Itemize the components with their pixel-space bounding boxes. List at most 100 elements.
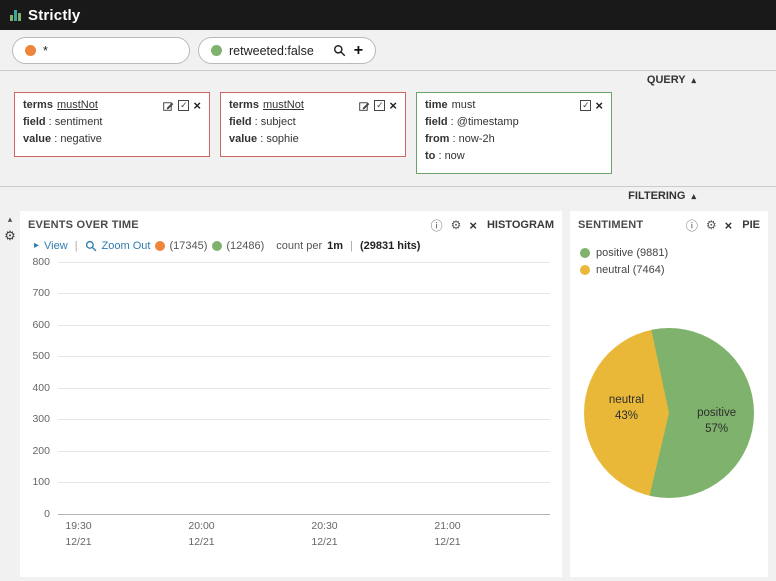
- count-per-label: count per: [276, 239, 323, 252]
- filter-row: to : now: [425, 149, 465, 162]
- legend-item-neutral[interactable]: neutral (7464): [580, 264, 758, 276]
- sentiment-panel: SENTIMENT ⓘ ⚙ × PIE positive (9881) neut…: [570, 210, 768, 577]
- events-panel-header: EVENTS OVER TIME ⓘ ⚙ × HISTOGRAM: [20, 211, 562, 237]
- zoom-out-link[interactable]: Zoom Out: [102, 240, 151, 252]
- panel-title: EVENTS OVER TIME: [28, 219, 139, 232]
- collapse-up-icon: ▴: [691, 75, 696, 85]
- sentiment-legend: positive (9881) neutral (7464): [570, 237, 768, 276]
- toggle-filter-icon[interactable]: ✓: [178, 100, 190, 112]
- info-icon[interactable]: ⓘ: [431, 217, 443, 234]
- filter-card-actions: ✓ ×: [147, 99, 201, 112]
- y-tick-label: 300: [32, 413, 50, 426]
- x-tick-label: 21:00 12/21: [434, 519, 461, 549]
- histogram-x-axis: 19:30 12/21 20:00 12/21 20:30 12/21 21:00 12/21: [58, 514, 550, 550]
- filter-key: field: [425, 115, 448, 128]
- sentiment-pie-wrap: neutral 43% positive 57%: [584, 327, 754, 498]
- row-settings-gear-icon[interactable]: ⚙: [4, 228, 16, 244]
- filter-card-header: terms mustNot ✓ ×: [229, 98, 397, 114]
- y-tick-label: 100: [32, 476, 50, 489]
- filter-value: sentiment: [54, 115, 103, 128]
- histogram-y-axis: 0 100 200 300 400 500 600 700 800: [22, 256, 58, 520]
- legend-label: positive (9881): [596, 246, 669, 259]
- filtering-section-label: FILTERING: [628, 189, 686, 202]
- panel-title: SENTIMENT: [578, 219, 644, 232]
- filter-card-time: time must ✓ × field : @timestamp from : …: [416, 92, 612, 174]
- y-tick-label: 400: [32, 381, 50, 394]
- legend-series-orange[interactable]: (17345): [155, 240, 207, 252]
- histogram-bars: [60, 262, 548, 514]
- app-title: Strictly: [28, 6, 81, 24]
- filter-clause-link[interactable]: mustNot: [263, 98, 304, 114]
- legend-dot: [580, 247, 590, 258]
- close-icon[interactable]: ×: [469, 218, 477, 233]
- query-section-label: QUERY: [646, 74, 686, 86]
- remove-filter-icon[interactable]: ×: [389, 99, 397, 112]
- x-tick-label: 19:30 12/21: [65, 519, 92, 549]
- interval-link[interactable]: 1m: [327, 240, 343, 252]
- series-dot: [212, 240, 223, 251]
- view-link[interactable]: View: [44, 240, 68, 252]
- filter-key: field: [23, 115, 46, 128]
- legend-series-green[interactable]: (12486): [212, 240, 264, 252]
- query-color-dot: [211, 45, 222, 56]
- filter-row: value : negative: [23, 132, 102, 145]
- query-input-0[interactable]: *: [12, 37, 190, 64]
- histogram-legend: ▸ View | Zoom Out (17345) (12486) count …: [20, 237, 562, 254]
- collapse-up-icon: ▴: [691, 190, 696, 201]
- toggle-filter-icon[interactable]: ✓: [580, 100, 592, 112]
- filter-value: negative: [60, 132, 102, 145]
- histogram-plot[interactable]: [58, 261, 550, 515]
- panel-mode-label: PIE: [742, 219, 760, 232]
- row-collapse-icon[interactable]: ▴: [8, 214, 13, 225]
- filter-card-header: terms mustNot ✓ ×: [23, 98, 201, 114]
- legend-label: neutral (7464): [596, 263, 665, 276]
- filter-key: value: [23, 132, 52, 145]
- filter-key: value: [229, 132, 258, 145]
- query-section-toggle[interactable]: QUERY ▴: [0, 70, 776, 89]
- legend-item-positive[interactable]: positive (9881): [580, 247, 758, 259]
- filter-clause-link[interactable]: mustNot: [57, 98, 98, 114]
- filter-key: field: [229, 115, 252, 128]
- gear-icon[interactable]: ⚙: [706, 218, 717, 232]
- filter-key: from: [425, 132, 450, 145]
- filter-card-subject: terms mustNot ✓ × field : subject value …: [220, 92, 406, 157]
- caret-right-icon: ▸: [34, 240, 40, 252]
- filter-row: value : sophie: [229, 132, 299, 145]
- dashboard-row: ▴ ⚙ EVENTS OVER TIME ⓘ ⚙ × HISTOGRAM ▸ V…: [0, 205, 776, 577]
- filtering-section-toggle[interactable]: FILTERING ▴: [0, 185, 776, 205]
- edit-icon[interactable]: [163, 100, 174, 112]
- filter-clause-label: must: [451, 99, 476, 111]
- series-count: (17345): [169, 239, 208, 252]
- histogram-chart: 0 100 200 300 400 500 600 700 800 19:30 12/21 20:0…: [20, 254, 562, 550]
- filter-row: from : now-2h: [425, 132, 495, 145]
- separator: |: [74, 239, 78, 252]
- filter-value: now-2h: [458, 132, 495, 145]
- gear-icon[interactable]: ⚙: [451, 218, 462, 232]
- y-tick-label: 0: [44, 507, 50, 520]
- y-tick-label: 700: [32, 287, 50, 300]
- panel-mode-label: HISTOGRAM: [486, 219, 554, 232]
- search-icon[interactable]: [333, 44, 346, 57]
- filter-type: terms: [23, 99, 53, 111]
- zoom-out-icon[interactable]: [85, 240, 97, 252]
- filter-value: subject: [260, 115, 296, 128]
- filter-card-header: time must ✓ ×: [425, 98, 603, 114]
- close-icon[interactable]: ×: [725, 218, 733, 233]
- toggle-filter-icon[interactable]: ✓: [374, 100, 386, 112]
- sentiment-pie[interactable]: [584, 327, 754, 498]
- series-dot: [155, 240, 166, 251]
- remove-filter-icon[interactable]: ×: [193, 99, 201, 112]
- filter-key: to: [425, 149, 436, 162]
- query-text: retweeted:false: [229, 43, 314, 58]
- edit-icon[interactable]: [359, 100, 370, 112]
- remove-filter-icon[interactable]: ×: [595, 99, 603, 112]
- separator: |: [350, 239, 353, 252]
- filter-row: field : sentiment: [23, 115, 103, 128]
- query-input-1[interactable]: retweeted:false +: [198, 37, 377, 64]
- y-tick-label: 200: [32, 444, 50, 457]
- row-controls: ▴ ⚙: [0, 211, 20, 244]
- info-icon[interactable]: ⓘ: [686, 217, 698, 234]
- x-tick-label: 20:30 12/21: [311, 519, 338, 549]
- add-query-button[interactable]: +: [354, 42, 363, 59]
- filter-row: field : subject: [229, 115, 296, 128]
